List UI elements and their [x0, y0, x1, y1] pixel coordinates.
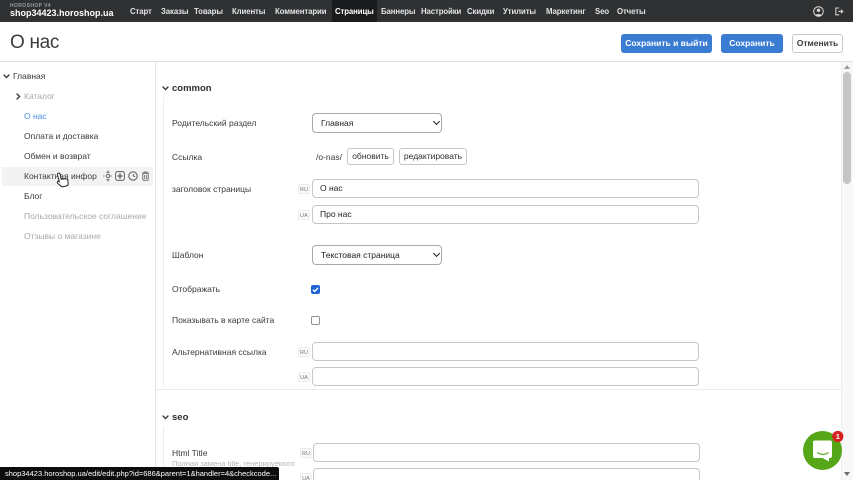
- svg-text:1: 1: [836, 432, 840, 441]
